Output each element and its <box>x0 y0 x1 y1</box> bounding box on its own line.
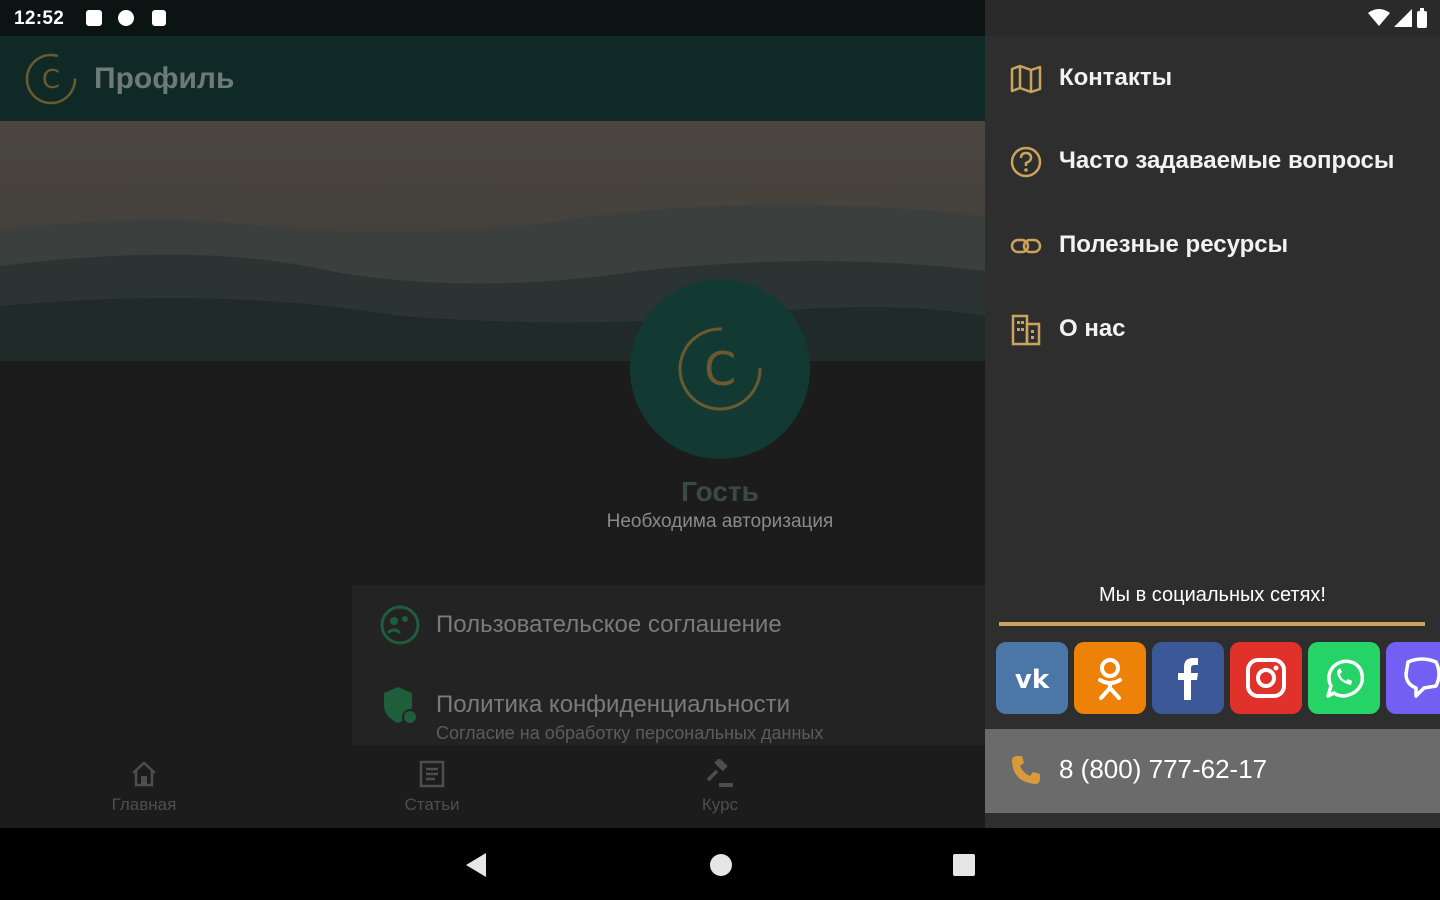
help-circle-icon <box>1010 146 1042 178</box>
profile-header-image <box>0 121 985 391</box>
link-icon <box>1010 238 1042 254</box>
policy-subtitle: Согласие на обработку персональных данны… <box>436 723 824 743</box>
building-icon <box>1011 314 1041 346</box>
profile-status: Необходима авторизация <box>606 511 834 532</box>
policy-list: Пользовательское соглашение Политика кон… <box>352 585 985 745</box>
wifi-icon <box>1368 9 1390 26</box>
social-buttons: vk <box>996 642 1440 716</box>
home-button-icon[interactable] <box>706 850 736 880</box>
viber-button[interactable] <box>1386 642 1440 714</box>
facebook-icon <box>1178 658 1198 700</box>
facebook-button[interactable] <box>1152 642 1224 714</box>
avatar-logo-icon: C <box>678 327 762 411</box>
user-agreement-item[interactable]: Пользовательское соглашение <box>352 585 985 665</box>
gavel-icon <box>706 759 733 787</box>
whatsapp-icon <box>1326 659 1365 698</box>
policy-title: Пользовательское соглашение <box>436 611 782 638</box>
system-navigation-bar <box>0 828 1440 900</box>
app-bar: C Профиль <box>0 36 985 121</box>
viber-icon <box>1404 657 1440 698</box>
svg-text:vk: vk <box>1015 665 1050 695</box>
bottom-navigation: Главная Статьи Курс <box>0 745 985 828</box>
nav-label: Главная <box>111 795 177 814</box>
vk-button[interactable]: vk <box>996 642 1068 714</box>
articles-icon <box>419 760 445 788</box>
policy-title: Политика конфиденциальности <box>436 691 791 718</box>
vk-icon: vk <box>1015 665 1050 695</box>
nav-label: Статьи <box>404 795 460 814</box>
nav-label: Курс <box>701 795 739 814</box>
agreement-icon <box>380 605 420 645</box>
drawer-item-about[interactable]: О нас <box>985 289 1440 369</box>
nav-articles[interactable]: Статьи <box>362 759 502 815</box>
instagram-button[interactable] <box>1230 642 1302 714</box>
phone-number: 8 (800) 777-62-17 <box>1059 754 1268 784</box>
status-time: 12:52 <box>14 8 65 29</box>
shield-icon <box>384 687 418 725</box>
phone-icon <box>1012 756 1040 784</box>
notification-icon <box>86 10 102 26</box>
nav-course[interactable]: Курс <box>650 759 790 815</box>
svg-text:C: C <box>42 65 60 95</box>
recents-icon[interactable] <box>949 850 979 880</box>
status-bar: 12:52 <box>0 0 1440 36</box>
avatar: C <box>630 279 810 459</box>
home-icon <box>132 761 156 787</box>
odnoklassniki-button[interactable] <box>1074 642 1146 714</box>
signal-icon <box>1394 9 1412 27</box>
drawer-item-contacts[interactable]: Контакты <box>985 38 1440 118</box>
app-logo-icon: C <box>25 53 77 105</box>
profile-screen: C Профиль C Гость Необходима авторизация <box>0 36 985 828</box>
instagram-icon <box>1246 658 1286 698</box>
drawer-item-resources[interactable]: Полезные ресурсы <box>985 205 1440 285</box>
page-title: Профиль <box>94 62 235 95</box>
battery-icon <box>1417 8 1427 28</box>
odnoklassniki-icon <box>1098 658 1122 700</box>
whatsapp-button[interactable] <box>1308 642 1380 714</box>
navigation-drawer: Контакты Часто задаваемые вопросы Полезн… <box>985 36 1440 828</box>
nav-home[interactable]: Главная <box>74 759 214 815</box>
privacy-policy-item[interactable]: Политика конфиденциальности Согласие на … <box>352 665 985 745</box>
map-icon <box>1010 64 1042 94</box>
social-divider <box>999 622 1425 626</box>
drawer-item-faq[interactable]: Часто задаваемые вопросы <box>985 121 1440 201</box>
back-icon[interactable] <box>462 850 492 880</box>
drawer-item-label: Полезные ресурсы <box>1059 231 1289 258</box>
svg-text:C: C <box>704 342 736 396</box>
phone-call-button[interactable]: 8 (800) 777-62-17 <box>985 729 1440 813</box>
app-notification-icon <box>118 10 134 26</box>
drawer-item-label: Контакты <box>1059 64 1173 91</box>
drawer-item-label: Часто задаваемые вопросы <box>1059 147 1395 174</box>
social-heading: Мы в социальных сетях! <box>1099 584 1326 606</box>
profile-name: Гость <box>681 476 759 507</box>
drawer-item-label: О нас <box>1059 315 1126 342</box>
sd-card-icon <box>152 10 166 26</box>
status-icons <box>1368 8 1428 28</box>
